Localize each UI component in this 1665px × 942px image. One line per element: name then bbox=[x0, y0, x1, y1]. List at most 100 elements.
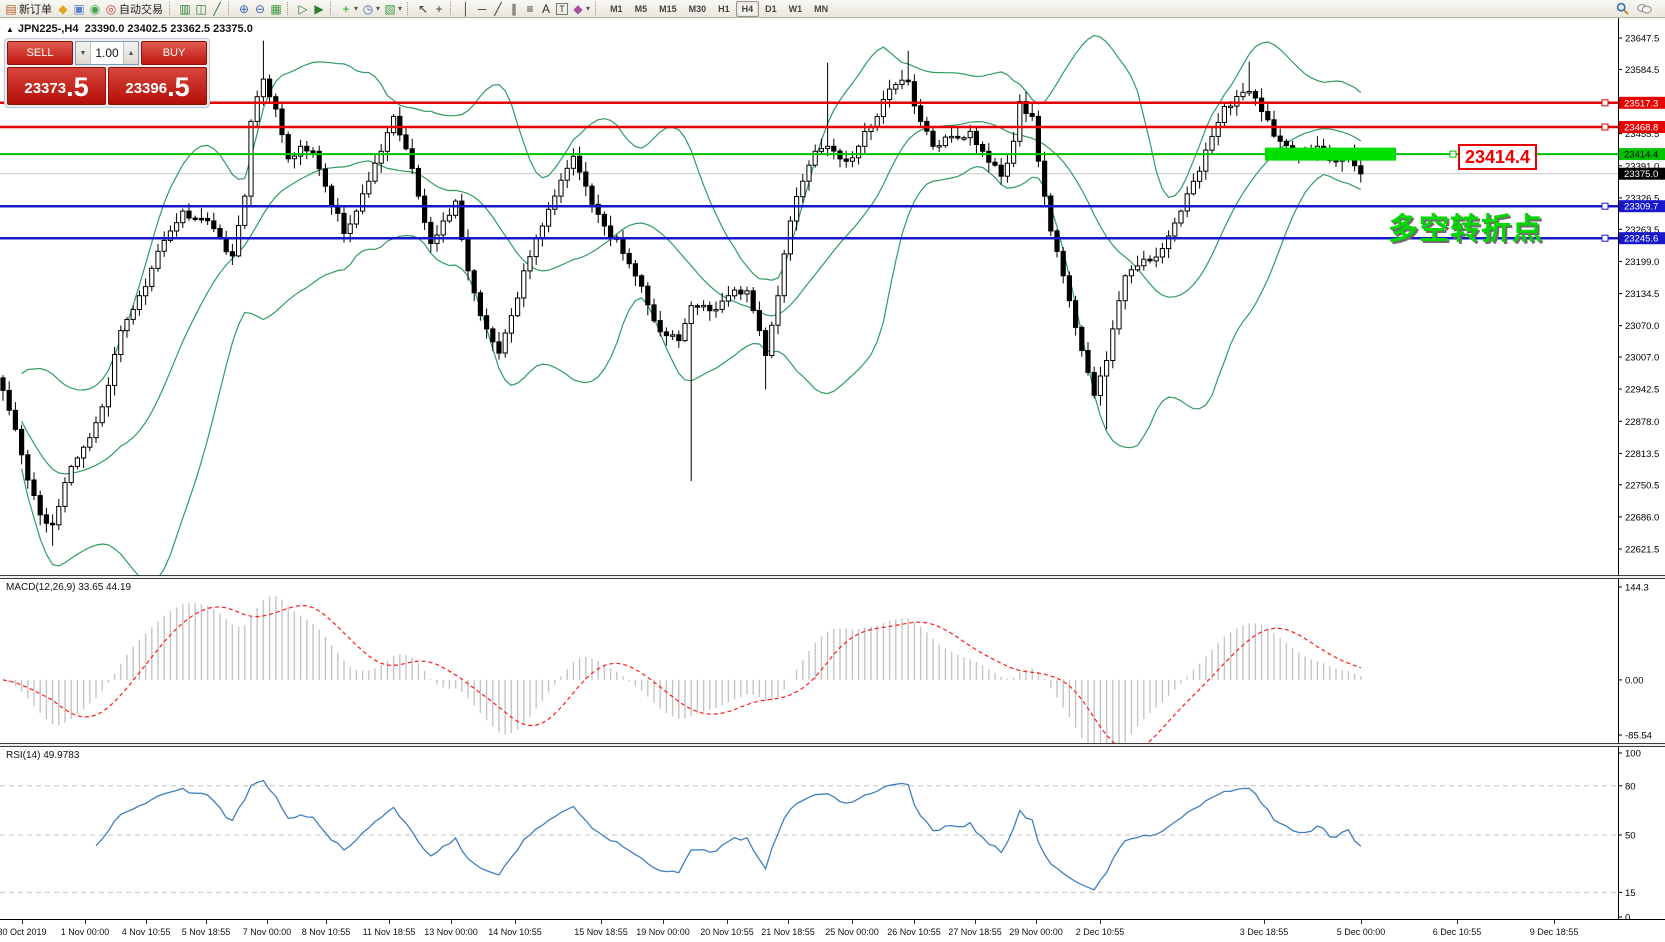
rsi-value: 49.9783 bbox=[43, 750, 79, 761]
svg-text:23199.0: 23199.0 bbox=[1625, 257, 1659, 268]
window-icon[interactable]: ▣ bbox=[71, 1, 87, 17]
time-tick bbox=[1100, 920, 1101, 924]
zoom-in-icon[interactable]: ⊕ bbox=[236, 1, 252, 17]
chart-ohlc-values: 23390.0 23402.5 23362.5 23375.0 bbox=[85, 23, 253, 35]
macd-canvas[interactable]: 144.30.00-85.54 bbox=[0, 579, 1665, 743]
dropdown-caret-icon[interactable]: ▾ bbox=[586, 4, 590, 13]
macd-axis[interactable]: 144.30.00-85.54 bbox=[1618, 579, 1652, 743]
toolbar-separator bbox=[228, 2, 233, 15]
dropdown-caret-icon[interactable]: ▾ bbox=[354, 4, 358, 13]
time-tick bbox=[1264, 920, 1265, 924]
text-label-icon[interactable]: T bbox=[556, 3, 568, 15]
tile-windows-icon[interactable]: ▦ bbox=[268, 1, 284, 17]
timeframe-button-h1[interactable]: H1 bbox=[712, 1, 736, 17]
time-tick bbox=[326, 920, 327, 924]
candlestick-chart-icon[interactable]: ◫ bbox=[193, 1, 209, 17]
crosshair-icon[interactable]: + bbox=[431, 1, 447, 17]
svg-text:23468.8: 23468.8 bbox=[1624, 123, 1658, 134]
time-tick bbox=[663, 920, 664, 924]
equidistant-channel-icon[interactable]: ∥ bbox=[506, 1, 522, 17]
timeframe-button-m30[interactable]: M30 bbox=[683, 1, 713, 17]
turning-point-text[interactable]: 多空转折点 bbox=[1388, 204, 1543, 248]
svg-text:23245.6: 23245.6 bbox=[1624, 234, 1658, 245]
macd-panel[interactable]: MACD(12,26,9) 33.65 44.19 144.30.00-85.5… bbox=[0, 579, 1665, 743]
new-order-icon[interactable]: ▤ bbox=[3, 1, 19, 17]
volume-decrease-button[interactable]: ▼ bbox=[76, 42, 91, 64]
buy-button[interactable]: BUY bbox=[141, 41, 207, 65]
chat-icon[interactable] bbox=[1637, 3, 1652, 15]
time-tick bbox=[267, 920, 268, 924]
svg-text:23414.4: 23414.4 bbox=[1624, 150, 1658, 161]
chart-symbol-period: JPN225-,H4 bbox=[18, 23, 79, 35]
time-tick bbox=[788, 920, 789, 924]
autotrade-icon[interactable]: ◎ bbox=[103, 1, 119, 17]
macd-signal-line bbox=[3, 606, 1361, 744]
turning-point-price-label[interactable]: 23414.4 bbox=[1458, 144, 1537, 170]
timeframe-button-m15[interactable]: M15 bbox=[653, 1, 683, 17]
zoom-out-icon[interactable]: ⊖ bbox=[252, 1, 268, 17]
main-chart-panel[interactable]: ▲ JPN225-,H4 23390.0 23402.5 23362.5 2337… bbox=[0, 18, 1665, 575]
svg-text:22621.5: 22621.5 bbox=[1625, 545, 1659, 556]
toolbar-separator bbox=[287, 2, 292, 15]
sell-button[interactable]: SELL bbox=[7, 41, 73, 65]
horizontal-line-23245.6[interactable] bbox=[0, 235, 1618, 241]
svg-text:23007.0: 23007.0 bbox=[1625, 353, 1659, 364]
svg-text:0.00: 0.00 bbox=[1625, 675, 1644, 686]
buy-price-display[interactable]: 23396.5 bbox=[108, 67, 207, 105]
time-label: 2 Dec 10:55 bbox=[1055, 927, 1145, 937]
time-label: 14 Nov 10:55 bbox=[470, 927, 560, 937]
arrows-icon[interactable]: ◆ bbox=[570, 1, 586, 17]
sell-price-display[interactable]: 23373.5 bbox=[7, 67, 106, 105]
timeframe-button-mn[interactable]: MN bbox=[808, 1, 834, 17]
svg-text:22813.5: 22813.5 bbox=[1625, 449, 1659, 460]
text-icon[interactable]: A bbox=[538, 1, 554, 17]
svg-text:23647.5: 23647.5 bbox=[1625, 34, 1659, 45]
time-tick bbox=[389, 920, 390, 924]
timeframe-button-m1[interactable]: M1 bbox=[604, 1, 629, 17]
trendline-icon[interactable]: ╱ bbox=[490, 1, 506, 17]
horizontal-line-23517.3[interactable] bbox=[0, 100, 1618, 106]
horizontal-line-icon[interactable]: ─ bbox=[474, 1, 490, 17]
auto-scroll-icon[interactable]: ▷ bbox=[295, 1, 311, 17]
macd-label: MACD(12,26,9) 33.65 44.19 bbox=[6, 582, 131, 593]
timeframe-button-d1[interactable]: D1 bbox=[759, 1, 783, 17]
chart-shift-icon[interactable]: ▶ bbox=[311, 1, 327, 17]
timeframe-button-w1[interactable]: W1 bbox=[783, 1, 809, 17]
macd-values: 33.65 44.19 bbox=[78, 582, 131, 593]
volume-increase-button[interactable]: ▲ bbox=[123, 42, 138, 64]
indicators-icon[interactable]: + bbox=[338, 1, 354, 17]
cursor-icon[interactable]: ↖ bbox=[415, 1, 431, 17]
price-axis[interactable]: 23647.523584.523455.523391.023326.523263… bbox=[1618, 18, 1665, 575]
price-chart-canvas[interactable]: 23647.523584.523455.523391.023326.523263… bbox=[0, 18, 1665, 575]
eraser-icon[interactable]: ◆ bbox=[55, 1, 71, 17]
rsi-panel[interactable]: RSI(14) 49.9783 1008050150 bbox=[0, 747, 1665, 919]
horizontal-line-23468.8[interactable] bbox=[0, 124, 1618, 130]
svg-text:23070.0: 23070.0 bbox=[1625, 321, 1659, 332]
rsi-axis[interactable]: 1008050150 bbox=[1618, 747, 1641, 919]
bar-chart-icon[interactable]: ▥ bbox=[177, 1, 193, 17]
timeframe-button-h4[interactable]: H4 bbox=[736, 1, 760, 17]
fibonacci-icon[interactable]: ≡ bbox=[522, 1, 538, 17]
template-icon[interactable]: ▧ bbox=[382, 1, 398, 17]
time-axis[interactable]: 30 Oct 20191 Nov 00:004 Nov 10:555 Nov 1… bbox=[0, 919, 1665, 942]
sell-price-main: 23373 bbox=[24, 76, 66, 102]
highlight-zone-bar[interactable] bbox=[1265, 148, 1396, 161]
rsi-canvas[interactable]: 1008050150 bbox=[0, 747, 1665, 919]
new-order-label[interactable]: 新订单 bbox=[19, 1, 52, 17]
volume-stepper: ▼ 1.00 ▲ bbox=[75, 41, 139, 65]
time-tick bbox=[146, 920, 147, 924]
autotrade-label[interactable]: 自动交易 bbox=[119, 1, 163, 17]
dropdown-caret-icon[interactable]: ▾ bbox=[376, 4, 380, 13]
dropdown-caret-icon[interactable]: ▾ bbox=[398, 4, 402, 13]
signal-icon[interactable]: ◉ bbox=[87, 1, 103, 17]
volume-input[interactable]: 1.00 bbox=[91, 42, 123, 64]
search-icon[interactable] bbox=[1616, 2, 1629, 15]
svg-text:22686.0: 22686.0 bbox=[1625, 512, 1659, 523]
line-chart-icon[interactable]: ╱ bbox=[209, 1, 225, 17]
svg-text:23584.5: 23584.5 bbox=[1625, 65, 1659, 76]
periods-icon[interactable]: ◷ bbox=[360, 1, 376, 17]
vertical-line-icon[interactable]: │ bbox=[458, 1, 474, 17]
chart-title: ▲ JPN225-,H4 23390.0 23402.5 23362.5 2337… bbox=[6, 23, 253, 35]
collapse-triangle-icon[interactable]: ▲ bbox=[6, 25, 14, 34]
timeframe-button-m5[interactable]: M5 bbox=[629, 1, 654, 17]
